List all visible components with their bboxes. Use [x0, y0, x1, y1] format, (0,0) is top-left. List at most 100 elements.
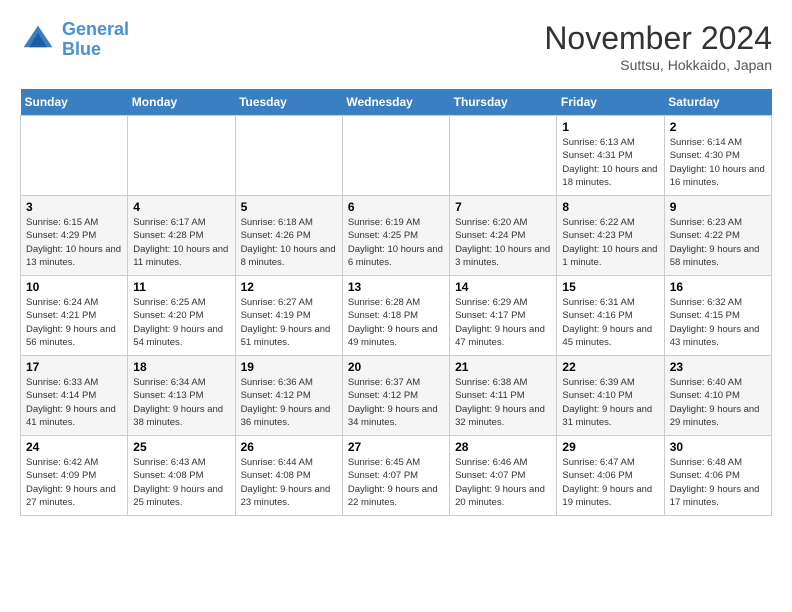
- day-info: Sunrise: 6:43 AMSunset: 4:08 PMDaylight:…: [133, 456, 229, 509]
- day-info: Sunrise: 6:20 AMSunset: 4:24 PMDaylight:…: [455, 216, 551, 269]
- day-number: 21: [455, 360, 551, 374]
- day-number: 5: [241, 200, 337, 214]
- day-header-tuesday: Tuesday: [235, 89, 342, 116]
- day-info: Sunrise: 6:36 AMSunset: 4:12 PMDaylight:…: [241, 376, 337, 429]
- day-header-saturday: Saturday: [664, 89, 771, 116]
- day-info: Sunrise: 6:34 AMSunset: 4:13 PMDaylight:…: [133, 376, 229, 429]
- day-number: 15: [562, 280, 658, 294]
- day-number: 17: [26, 360, 122, 374]
- calendar-cell: [450, 116, 557, 196]
- calendar-cell: 19 Sunrise: 6:36 AMSunset: 4:12 PMDayligh…: [235, 356, 342, 436]
- day-info: Sunrise: 6:42 AMSunset: 4:09 PMDaylight:…: [26, 456, 122, 509]
- day-info: Sunrise: 6:46 AMSunset: 4:07 PMDaylight:…: [455, 456, 551, 509]
- calendar-table: SundayMondayTuesdayWednesdayThursdayFrid…: [20, 89, 772, 516]
- day-header-sunday: Sunday: [21, 89, 128, 116]
- calendar-cell: 1 Sunrise: 6:13 AMSunset: 4:31 PMDaylight…: [557, 116, 664, 196]
- day-number: 4: [133, 200, 229, 214]
- calendar-cell: 7 Sunrise: 6:20 AMSunset: 4:24 PMDaylight…: [450, 196, 557, 276]
- day-info: Sunrise: 6:24 AMSunset: 4:21 PMDaylight:…: [26, 296, 122, 349]
- logo-icon: [20, 22, 56, 58]
- calendar-cell: 12 Sunrise: 6:27 AMSunset: 4:19 PMDayligh…: [235, 276, 342, 356]
- day-number: 1: [562, 120, 658, 134]
- calendar-cell: [342, 116, 449, 196]
- day-info: Sunrise: 6:37 AMSunset: 4:12 PMDaylight:…: [348, 376, 444, 429]
- day-info: Sunrise: 6:22 AMSunset: 4:23 PMDaylight:…: [562, 216, 658, 269]
- day-number: 10: [26, 280, 122, 294]
- day-number: 13: [348, 280, 444, 294]
- day-info: Sunrise: 6:13 AMSunset: 4:31 PMDaylight:…: [562, 136, 658, 189]
- calendar-cell: 3 Sunrise: 6:15 AMSunset: 4:29 PMDaylight…: [21, 196, 128, 276]
- day-number: 11: [133, 280, 229, 294]
- calendar-cell: 4 Sunrise: 6:17 AMSunset: 4:28 PMDaylight…: [128, 196, 235, 276]
- calendar-week-row: 10 Sunrise: 6:24 AMSunset: 4:21 PMDayligh…: [21, 276, 772, 356]
- logo: General Blue: [20, 20, 129, 60]
- day-info: Sunrise: 6:31 AMSunset: 4:16 PMDaylight:…: [562, 296, 658, 349]
- logo-line2: Blue: [62, 39, 101, 59]
- calendar-cell: 6 Sunrise: 6:19 AMSunset: 4:25 PMDaylight…: [342, 196, 449, 276]
- calendar-cell: 9 Sunrise: 6:23 AMSunset: 4:22 PMDaylight…: [664, 196, 771, 276]
- calendar-cell: [128, 116, 235, 196]
- calendar-cell: 5 Sunrise: 6:18 AMSunset: 4:26 PMDaylight…: [235, 196, 342, 276]
- day-info: Sunrise: 6:32 AMSunset: 4:15 PMDaylight:…: [670, 296, 766, 349]
- day-info: Sunrise: 6:15 AMSunset: 4:29 PMDaylight:…: [26, 216, 122, 269]
- day-number: 28: [455, 440, 551, 454]
- calendar-week-row: 1 Sunrise: 6:13 AMSunset: 4:31 PMDaylight…: [21, 116, 772, 196]
- day-number: 30: [670, 440, 766, 454]
- calendar-cell: 23Sunrise: 6:40 AMSunset: 4:10 PMDayligh…: [664, 356, 771, 436]
- day-info: Sunrise: 6:23 AMSunset: 4:22 PMDaylight:…: [670, 216, 766, 269]
- day-number: 16: [670, 280, 766, 294]
- calendar-cell: 27 Sunrise: 6:45 AMSunset: 4:07 PMDayligh…: [342, 436, 449, 516]
- day-info: Sunrise: 6:48 AMSunset: 4:06 PMDaylight:…: [670, 456, 766, 509]
- calendar-header-row: SundayMondayTuesdayWednesdayThursdayFrid…: [21, 89, 772, 116]
- day-number: 20: [348, 360, 444, 374]
- calendar-cell: 17Sunrise: 6:33 AMSunset: 4:14 PMDayligh…: [21, 356, 128, 436]
- calendar-cell: 20 Sunrise: 6:37 AMSunset: 4:12 PMDayligh…: [342, 356, 449, 436]
- day-info: Sunrise: 6:40 AMSunset: 4:10 PMDaylight:…: [670, 376, 766, 429]
- location-subtitle: Suttsu, Hokkaido, Japan: [544, 57, 772, 73]
- calendar-cell: 26 Sunrise: 6:44 AMSunset: 4:08 PMDayligh…: [235, 436, 342, 516]
- calendar-week-row: 24 Sunrise: 6:42 AMSunset: 4:09 PMDayligh…: [21, 436, 772, 516]
- calendar-cell: 21 Sunrise: 6:38 AMSunset: 4:11 PMDayligh…: [450, 356, 557, 436]
- day-number: 18: [133, 360, 229, 374]
- day-info: Sunrise: 6:38 AMSunset: 4:11 PMDaylight:…: [455, 376, 551, 429]
- day-info: Sunrise: 6:27 AMSunset: 4:19 PMDaylight:…: [241, 296, 337, 349]
- calendar-cell: 10 Sunrise: 6:24 AMSunset: 4:21 PMDayligh…: [21, 276, 128, 356]
- day-info: Sunrise: 6:18 AMSunset: 4:26 PMDaylight:…: [241, 216, 337, 269]
- calendar-cell: 14Sunrise: 6:29 AMSunset: 4:17 PMDayligh…: [450, 276, 557, 356]
- calendar-cell: 16 Sunrise: 6:32 AMSunset: 4:15 PMDayligh…: [664, 276, 771, 356]
- day-number: 6: [348, 200, 444, 214]
- calendar-cell: [21, 116, 128, 196]
- day-info: Sunrise: 6:47 AMSunset: 4:06 PMDaylight:…: [562, 456, 658, 509]
- day-number: 3: [26, 200, 122, 214]
- calendar-cell: 18 Sunrise: 6:34 AMSunset: 4:13 PMDayligh…: [128, 356, 235, 436]
- calendar-cell: 22Sunrise: 6:39 AMSunset: 4:10 PMDayligh…: [557, 356, 664, 436]
- day-number: 9: [670, 200, 766, 214]
- page-header: General Blue November 2024 Suttsu, Hokka…: [20, 20, 772, 73]
- day-header-wednesday: Wednesday: [342, 89, 449, 116]
- calendar-cell: 29Sunrise: 6:47 AMSunset: 4:06 PMDayligh…: [557, 436, 664, 516]
- calendar-cell: 2Sunrise: 6:14 AMSunset: 4:30 PMDaylight…: [664, 116, 771, 196]
- logo-line1: General: [62, 19, 129, 39]
- logo-text: General Blue: [62, 20, 129, 60]
- day-header-monday: Monday: [128, 89, 235, 116]
- calendar-cell: 11 Sunrise: 6:25 AMSunset: 4:20 PMDayligh…: [128, 276, 235, 356]
- title-block: November 2024 Suttsu, Hokkaido, Japan: [544, 20, 772, 73]
- day-info: Sunrise: 6:17 AMSunset: 4:28 PMDaylight:…: [133, 216, 229, 269]
- day-info: Sunrise: 6:19 AMSunset: 4:25 PMDaylight:…: [348, 216, 444, 269]
- calendar-cell: [235, 116, 342, 196]
- day-number: 12: [241, 280, 337, 294]
- day-number: 24: [26, 440, 122, 454]
- calendar-cell: 28 Sunrise: 6:46 AMSunset: 4:07 PMDayligh…: [450, 436, 557, 516]
- calendar-week-row: 3 Sunrise: 6:15 AMSunset: 4:29 PMDaylight…: [21, 196, 772, 276]
- day-number: 2: [670, 120, 766, 134]
- day-number: 19: [241, 360, 337, 374]
- day-number: 26: [241, 440, 337, 454]
- day-info: Sunrise: 6:45 AMSunset: 4:07 PMDaylight:…: [348, 456, 444, 509]
- day-number: 7: [455, 200, 551, 214]
- day-info: Sunrise: 6:25 AMSunset: 4:20 PMDaylight:…: [133, 296, 229, 349]
- day-header-friday: Friday: [557, 89, 664, 116]
- calendar-cell: 24 Sunrise: 6:42 AMSunset: 4:09 PMDayligh…: [21, 436, 128, 516]
- day-info: Sunrise: 6:44 AMSunset: 4:08 PMDaylight:…: [241, 456, 337, 509]
- day-number: 27: [348, 440, 444, 454]
- day-number: 25: [133, 440, 229, 454]
